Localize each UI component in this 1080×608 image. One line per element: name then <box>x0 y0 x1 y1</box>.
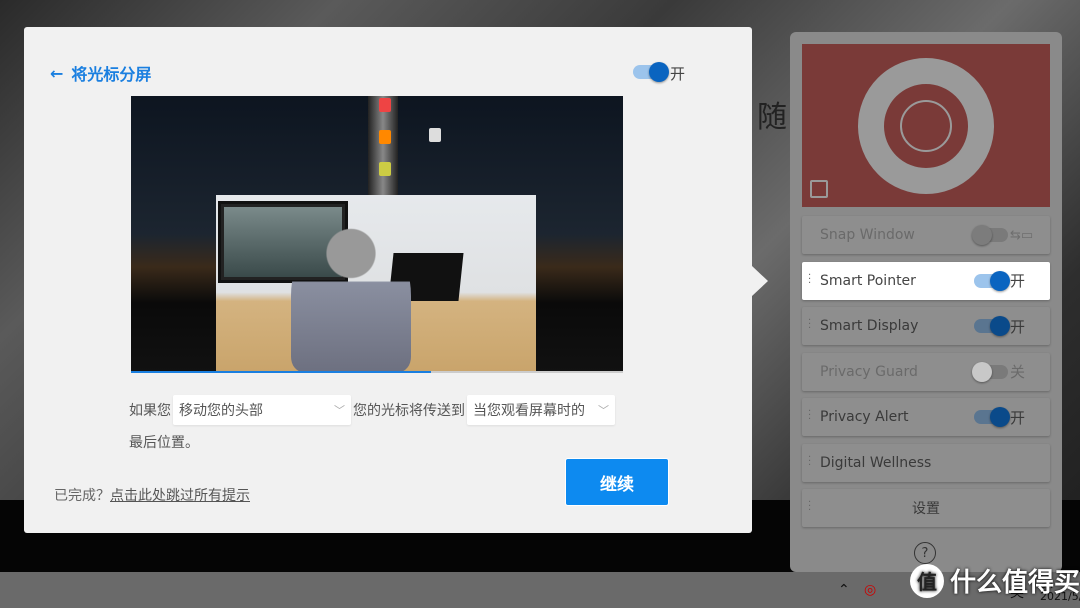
panel-item-toggle[interactable] <box>974 270 1010 291</box>
chevron-down-icon: ﹀ <box>598 404 609 417</box>
panel-item-digital-wellness[interactable]: · · · Digital Wellness <box>802 443 1050 482</box>
panel-item-smart-display[interactable]: · · · Smart Display 开 <box>802 307 1050 345</box>
panel-item-state: 开 <box>1010 272 1026 290</box>
arrow-left-icon: ← <box>50 63 64 83</box>
skip-hint: 已完成？点击此处跳过所有提示 <box>54 485 250 505</box>
tray-app-icon[interactable]: ◎ <box>864 582 876 598</box>
panel-item-label: Digital Wellness <box>820 454 932 471</box>
tray-chevron-icon[interactable]: ⌃ <box>838 582 850 598</box>
panel-item-state: 开 <box>1010 408 1026 427</box>
continue-button[interactable]: 继续 <box>566 459 668 505</box>
feature-toggle[interactable] <box>633 62 669 82</box>
trigger-select[interactable]: 移动您的头部 ﹀ <box>173 395 351 425</box>
help-icon[interactable]: ? <box>914 542 936 564</box>
person <box>291 220 411 372</box>
sentence-suffix: 最后位置。 <box>129 435 199 451</box>
snap-window-icon: ⇆▭ <box>1010 227 1034 243</box>
panel-item-label: Privacy Guard <box>820 363 918 380</box>
panel-item-state: 开 <box>1010 317 1026 336</box>
panel-item-toggle[interactable] <box>974 407 1010 427</box>
panel-item-toggle[interactable] <box>972 361 1008 382</box>
demo-footage <box>216 195 536 372</box>
chevron-down-icon: ﹀ <box>334 404 345 417</box>
vlc-icon <box>379 130 391 144</box>
panel-item-toggle[interactable] <box>972 225 1008 245</box>
tutorial-dialog: ← 将光标分屏 开 如果您 移动您的头部 ﹀ 您的光标将传送到 当您观看屏幕时的 ﹀… <box>24 27 752 533</box>
destination-select[interactable]: 当您观看屏幕时的 ﹀ <box>467 395 615 425</box>
panel-item-privacy-alert[interactable]: · · · Privacy Alert 开 <box>802 398 1050 436</box>
drag-handle-icon[interactable]: · · · <box>808 452 812 470</box>
panel-item-snap-window[interactable]: Snap Window ⇆▭ <box>802 216 1050 254</box>
panel-item-设置[interactable]: · · · 设置 <box>802 489 1050 527</box>
video-progress[interactable] <box>131 371 623 373</box>
panel-item-label: 设置 <box>912 501 940 517</box>
feature-toggle-label: 开 <box>670 65 686 83</box>
panel-item-toggle[interactable] <box>974 316 1010 336</box>
sentence-prefix: 如果您 <box>129 403 171 419</box>
dialog-title: 将光标分屏 <box>71 65 152 84</box>
skip-all-link[interactable]: 点击此处跳过所有提示 <box>110 488 250 504</box>
feature-hero-image <box>802 44 1050 207</box>
panel-item-label: Snap Window <box>820 227 915 243</box>
copy-icon[interactable] <box>810 180 828 198</box>
dialog-pointer <box>752 266 768 296</box>
chrome-icon <box>379 98 391 112</box>
watermark-logo: 值什么值得买 <box>910 562 1080 599</box>
drag-handle-icon[interactable]: · · · <box>808 407 812 425</box>
demo-video[interactable] <box>131 96 623 372</box>
background-text: 随 <box>757 100 787 135</box>
drag-handle-icon[interactable]: · · · <box>808 270 812 288</box>
sentence-middle: 您的光标将传送到 <box>353 403 465 419</box>
trigger-select-value: 移动您的头部 <box>179 403 263 419</box>
panel-item-label: Privacy Alert <box>820 409 909 425</box>
destination-select-value: 当您观看屏幕时的 <box>473 403 585 419</box>
instruction-sentence: 如果您 移动您的头部 ﹀ 您的光标将传送到 当您观看屏幕时的 ﹀ <box>129 395 615 425</box>
feature-panel: Snap Window ⇆▭ · · · Smart Pointer 开 · · · Smart D… <box>790 32 1062 572</box>
done-prefix: 已完成？ <box>54 488 110 504</box>
panel-item-label: Smart Display <box>820 318 919 334</box>
panel-item-state: 关 <box>1010 363 1026 381</box>
panel-item-smart-pointer[interactable]: · · · Smart Pointer 开 <box>802 261 1050 300</box>
panel-item-privacy-guard[interactable]: Privacy Guard 关 <box>802 352 1050 391</box>
file-icon <box>429 128 441 142</box>
aperture-icon <box>858 58 994 194</box>
panel-item-label: Smart Pointer <box>820 272 916 289</box>
back-button[interactable]: ← 将光标分屏 <box>50 61 151 85</box>
drag-handle-icon[interactable]: · · · <box>808 316 812 334</box>
folder-icon <box>379 162 391 176</box>
